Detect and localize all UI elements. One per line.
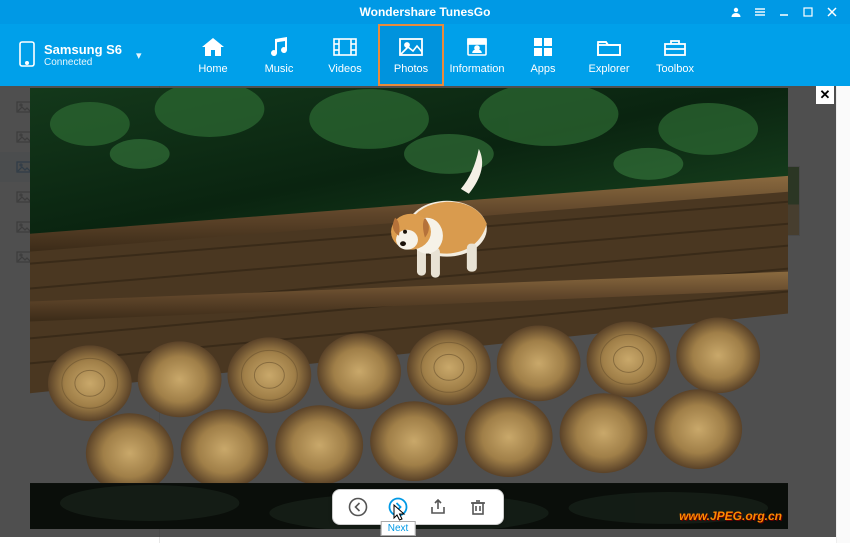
scrollbar[interactable]	[836, 86, 850, 543]
nav-videos[interactable]: Videos	[312, 24, 378, 86]
nav-photos[interactable]: Photos	[378, 24, 444, 86]
maximize-button[interactable]	[802, 6, 814, 18]
viewer-toolbar: Next	[332, 489, 504, 525]
nav-home[interactable]: Home	[180, 24, 246, 86]
device-selector[interactable]: Samsung S6 Connected ▾	[10, 24, 160, 86]
delete-button[interactable]	[467, 496, 489, 518]
top-nav: Samsung S6 Connected ▾ Home Music Videos…	[0, 24, 850, 86]
nav-label: Music	[265, 63, 294, 75]
phone-icon	[18, 40, 36, 71]
share-button[interactable]	[427, 496, 449, 518]
device-name: Samsung S6	[44, 42, 122, 57]
next-button[interactable]: Next	[387, 496, 409, 518]
device-status: Connected	[44, 57, 122, 68]
viewer-close-button[interactable]: ✕	[816, 86, 834, 104]
nav-label: Information	[449, 63, 504, 75]
chevron-down-icon: ▾	[136, 49, 142, 62]
nav-label: Photos	[394, 63, 428, 75]
nav-music[interactable]: Music	[246, 24, 312, 86]
music-icon	[265, 35, 293, 59]
information-icon	[463, 35, 491, 59]
titlebar: Wondershare TunesGo	[0, 0, 850, 24]
menu-icon[interactable]	[754, 6, 766, 18]
toolbox-icon	[661, 35, 689, 59]
app-title: Wondershare TunesGo	[360, 5, 491, 19]
tooltip: Next	[381, 521, 416, 536]
nav-label: Home	[198, 63, 227, 75]
nav-label: Videos	[328, 63, 361, 75]
window-controls	[730, 6, 850, 18]
nav-explorer[interactable]: Explorer	[576, 24, 642, 86]
previous-button[interactable]	[347, 496, 369, 518]
apps-icon	[529, 35, 557, 59]
photo-viewer-overlay: ✕	[0, 86, 836, 537]
photos-icon	[397, 35, 425, 59]
photo-display	[30, 88, 788, 529]
close-button[interactable]	[826, 6, 838, 18]
home-icon	[199, 35, 227, 59]
nav-information[interactable]: Information	[444, 24, 510, 86]
user-icon[interactable]	[730, 6, 742, 18]
minimize-button[interactable]	[778, 6, 790, 18]
nav-label: Apps	[530, 63, 555, 75]
nav-items: Home Music Videos Photos Information App…	[180, 24, 708, 86]
nav-apps[interactable]: Apps	[510, 24, 576, 86]
image-watermark: www.JPEG.org.cn	[679, 509, 782, 523]
nav-toolbox[interactable]: Toolbox	[642, 24, 708, 86]
explorer-icon	[595, 35, 623, 59]
videos-icon	[331, 35, 359, 59]
nav-label: Toolbox	[656, 63, 694, 75]
nav-label: Explorer	[589, 63, 630, 75]
